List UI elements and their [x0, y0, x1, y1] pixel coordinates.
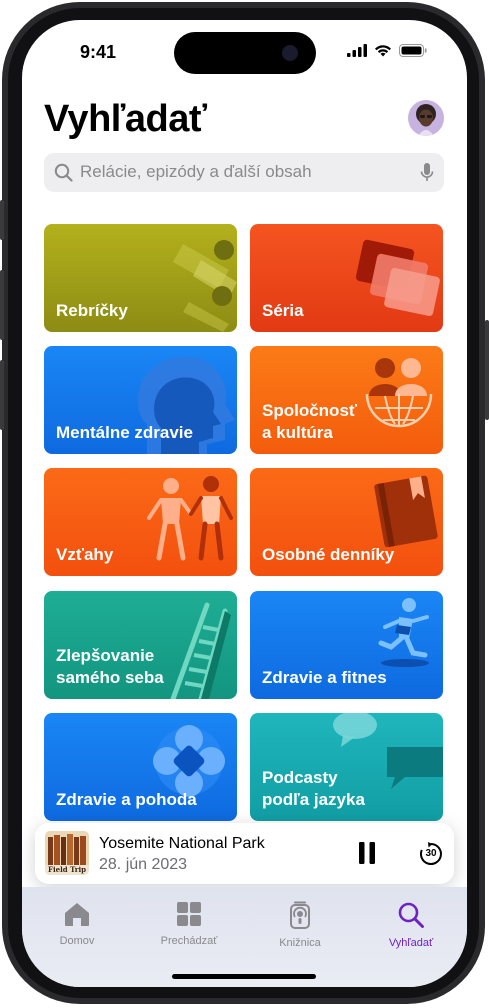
- grid-icon: [177, 902, 201, 926]
- now-playing-title: Yosemite National Park: [99, 835, 265, 852]
- tab-bar: Domov Prechádzať Knižnica Vyhľadať: [22, 887, 467, 987]
- home-indicator[interactable]: [172, 974, 316, 979]
- charts-icon: [173, 240, 237, 332]
- category-tile-series[interactable]: Séria: [250, 224, 443, 332]
- status-icons: [347, 44, 427, 57]
- tile-label: Spoločnosť a kultúra: [262, 401, 358, 442]
- tab-label: Vyhľadať: [388, 937, 434, 949]
- category-tile-health-fitness[interactable]: Zdravie a fitnes: [250, 591, 443, 699]
- magnifier-icon: [398, 902, 424, 928]
- category-tile-personal-journals[interactable]: Osobné denníky: [250, 468, 443, 576]
- search-placeholder: Relácie, epizódy a ďalší obsah: [80, 162, 312, 181]
- tile-label: Séria: [262, 301, 304, 320]
- tab-search[interactable]: Vyhľadať: [366, 901, 456, 949]
- search-bar[interactable]: Relácie, epizódy a ďalší obsah: [44, 153, 444, 192]
- category-tile-charts[interactable]: Rebríčky: [44, 224, 237, 332]
- house-icon: [65, 903, 89, 926]
- tab-home[interactable]: Domov: [32, 901, 122, 947]
- tile-label: Podcasty podľa jazyka: [262, 768, 365, 809]
- tile-label: Zdravie a pohoda: [56, 790, 197, 809]
- tile-label: Zdravie a fitnes: [262, 668, 387, 687]
- pause-icon[interactable]: [357, 841, 377, 865]
- skip-forward-button[interactable]: 30: [418, 841, 444, 867]
- category-tile-self-improvement[interactable]: Zlepšovanie samého seba: [44, 591, 237, 699]
- podcast-library-icon: [290, 901, 310, 929]
- artwork-title: Field Trip: [48, 865, 87, 874]
- dynamic-island: [174, 32, 316, 74]
- series-stack-icon: [355, 239, 440, 317]
- tile-label: Vzťahy: [56, 545, 114, 564]
- tile-label: Rebríčky: [56, 301, 128, 320]
- category-tile-relationships[interactable]: Vzťahy: [44, 468, 237, 576]
- account-avatar[interactable]: [408, 100, 444, 136]
- status-time: 9:41: [80, 42, 117, 62]
- screen: 9:41 Vyhľadať Relácie, epizódy a ďalší o…: [22, 20, 467, 987]
- category-tile-mental-health[interactable]: Mentálne zdravie: [44, 346, 237, 454]
- cellular-signal-icon: [347, 44, 367, 57]
- category-tile-health-wellbeing[interactable]: Zdravie a pohoda: [44, 713, 237, 821]
- tab-browse[interactable]: Prechádzať: [144, 901, 234, 947]
- wifi-icon: [375, 45, 391, 57]
- people-holding-hands-icon: [147, 476, 233, 561]
- category-tile-society-culture[interactable]: Spoločnosť a kultúra: [250, 346, 443, 454]
- tile-label: Mentálne zdravie: [56, 423, 193, 442]
- volume-up-button: [0, 270, 4, 340]
- skip-seconds: 30: [425, 848, 437, 859]
- episode-artwork: Field Trip: [45, 831, 89, 875]
- page-title: Vyhľadať: [44, 98, 207, 140]
- search-icon: [54, 163, 73, 182]
- mini-player[interactable]: Field Trip Yosemite National Park 28. jú…: [35, 823, 454, 884]
- tab-label: Prechádzať: [160, 935, 218, 947]
- tab-label: Knižnica: [279, 937, 321, 949]
- camera-icon: [282, 45, 298, 61]
- tile-label: Osobné denníky: [262, 545, 395, 564]
- memoji-icon: [416, 104, 436, 136]
- battery-icon: [399, 44, 427, 57]
- action-button: [0, 200, 4, 240]
- tile-label: Zlepšovanie samého seba: [56, 646, 164, 687]
- microphone-icon[interactable]: [420, 162, 434, 183]
- tab-library[interactable]: Knižnica: [255, 901, 345, 949]
- tab-label: Domov: [59, 935, 95, 947]
- category-tile-podcasts-by-language[interactable]: Podcasty podľa jazyka: [250, 713, 443, 821]
- power-button: [485, 320, 489, 420]
- now-playing-date: 28. jún 2023: [99, 856, 188, 873]
- volume-down-button: [0, 360, 4, 430]
